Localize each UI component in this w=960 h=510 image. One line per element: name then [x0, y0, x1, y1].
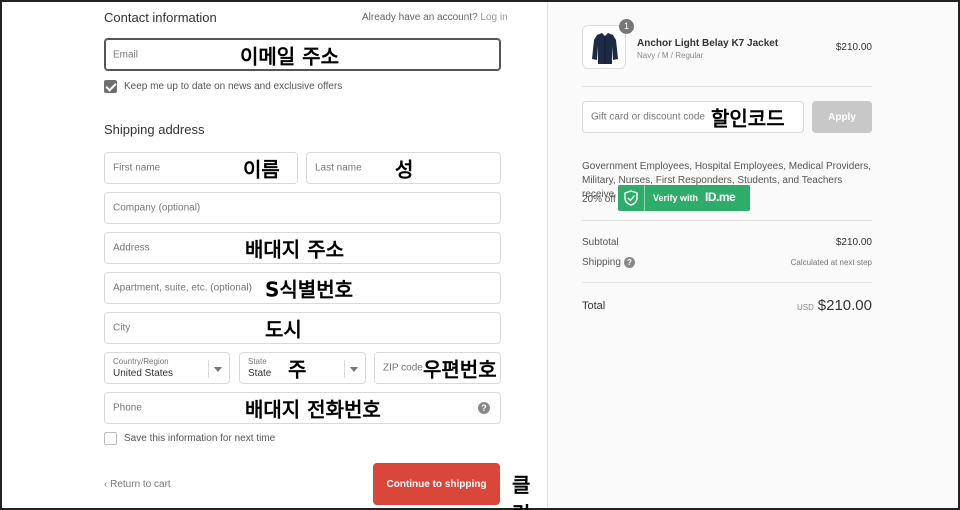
save-info-checkbox[interactable]: [104, 432, 117, 445]
address-annotation: 배대지 주소: [245, 237, 344, 262]
state-annotation: 주: [288, 357, 307, 382]
order-summary-panel: 1 Anchor Light Belay K7 Jacket Navy / M …: [547, 2, 958, 508]
zip-annotation: 우편번호: [423, 357, 497, 382]
return-to-cart-link[interactable]: ‹ Return to cart: [104, 479, 171, 490]
idme-discount: 20% off: [582, 194, 616, 205]
shield-check-icon: [624, 190, 638, 206]
verify-with-idme-button[interactable]: Verify with ID.me: [618, 185, 750, 211]
city-annotation: 도시: [265, 317, 302, 342]
total-label: Total: [582, 300, 606, 312]
shipping-label: Shipping: [582, 257, 621, 268]
shipping-help-icon[interactable]: ?: [624, 257, 635, 268]
state-select-separator: [344, 360, 345, 378]
address-input[interactable]: Address 배대지 주소: [104, 232, 501, 264]
chevron-down-icon: [214, 367, 222, 372]
chevron-down-icon: [350, 367, 358, 372]
phone-placeholder: Phone: [113, 402, 142, 414]
subtotal-label: Subtotal: [582, 237, 619, 248]
email-annotation: 이메일 주소: [240, 44, 339, 68]
zip-placeholder: ZIP code: [383, 362, 423, 374]
apply-button[interactable]: Apply: [812, 101, 872, 133]
state-label: State: [248, 357, 267, 366]
divider: [582, 282, 872, 283]
first-name-annotation: 이름: [243, 157, 280, 182]
discount-annotation: 할인코드: [711, 106, 785, 131]
contact-section-title: Contact information: [104, 10, 217, 25]
shipping-section-title: Shipping address: [104, 122, 205, 137]
country-select[interactable]: Country/Region United States: [104, 352, 230, 384]
company-placeholder: Company (optional): [113, 202, 201, 214]
apartment-input[interactable]: Apartment, suite, etc. (optional) S식별번호: [104, 272, 501, 304]
idme-separator: [644, 185, 645, 211]
country-label: Country/Region: [113, 357, 169, 366]
product-name: Anchor Light Belay K7 Jacket: [637, 38, 779, 49]
account-prompt-text: Already have an account?: [362, 12, 478, 23]
login-link[interactable]: Log in: [480, 12, 507, 23]
newsletter-checkbox[interactable]: [104, 80, 117, 93]
product-variant: Navy / M / Regular: [637, 51, 704, 60]
phone-annotation: 배대지 전화번호: [245, 397, 381, 422]
country-select-separator: [208, 360, 209, 378]
save-info-label: Save this information for next time: [124, 433, 276, 444]
discount-code-input[interactable]: Gift card or discount code 할인코드: [582, 101, 804, 133]
last-name-input[interactable]: Last name 성: [306, 152, 501, 184]
subtotal-value: $210.00: [835, 237, 872, 248]
return-to-cart-label: Return to cart: [110, 479, 171, 490]
continue-to-shipping-button[interactable]: Continue to shipping: [373, 463, 500, 505]
email-placeholder: Email: [113, 49, 139, 60]
divider: [582, 220, 872, 221]
quantity-badge: 1: [619, 19, 634, 34]
zip-input[interactable]: ZIP code 우편번호: [374, 352, 501, 384]
product-thumbnail: [582, 25, 626, 69]
divider: [582, 86, 872, 87]
first-name-placeholder: First name: [113, 162, 161, 174]
discount-placeholder: Gift card or discount code: [591, 111, 705, 123]
currency-code: USD: [797, 303, 814, 312]
help-icon[interactable]: ?: [478, 402, 490, 414]
address-placeholder: Address: [113, 242, 150, 254]
checkout-form-panel: Contact information Already have an acco…: [2, 2, 547, 510]
city-input[interactable]: City 도시: [104, 312, 501, 344]
shipping-value: Calculated at next step: [790, 258, 872, 267]
city-placeholder: City: [113, 322, 131, 334]
product-price: $210.00: [835, 42, 872, 53]
apartment-placeholder: Apartment, suite, etc. (optional): [113, 282, 252, 294]
first-name-input[interactable]: First name 이름: [104, 152, 298, 184]
email-input[interactable]: Email 이메일 주소: [104, 38, 501, 71]
phone-input[interactable]: Phone 배대지 전화번호 ?: [104, 392, 501, 424]
state-select[interactable]: State State 주: [239, 352, 366, 384]
last-name-placeholder: Last name: [315, 162, 362, 174]
country-value: United States: [113, 368, 174, 379]
click-annotation: 클릭: [512, 473, 531, 510]
idme-button-prefix: Verify with: [653, 193, 699, 203]
last-name-annotation: 성: [395, 157, 414, 182]
newsletter-label: Keep me up to date on news and exclusive…: [124, 81, 343, 92]
jacket-icon: [592, 33, 618, 64]
apartment-annotation: S식별번호: [265, 277, 354, 302]
account-prompt: Already have an account? Log in: [362, 12, 508, 23]
idme-brand: ID.me: [705, 190, 736, 204]
company-input[interactable]: Company (optional): [104, 192, 501, 224]
state-value: State: [248, 368, 272, 379]
total-value: $210.00: [817, 297, 872, 314]
